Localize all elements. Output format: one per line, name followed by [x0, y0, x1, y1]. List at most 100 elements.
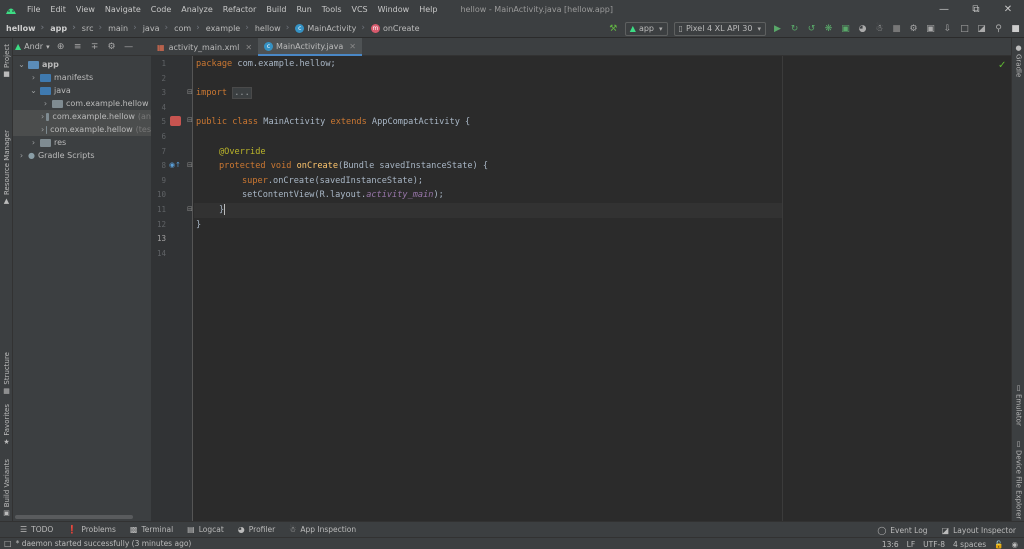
git-icon[interactable]: ◉ [1011, 540, 1018, 549]
device-manager-icon[interactable]: □ [956, 20, 973, 37]
tree-item-res[interactable]: › res [13, 136, 151, 149]
run-config-select[interactable]: ▲ app ▾ [624, 21, 668, 36]
indent-setting[interactable]: 4 spaces [953, 540, 986, 549]
folded-imports[interactable]: ... [232, 87, 252, 100]
close-tab-icon[interactable]: ✕ [245, 43, 252, 52]
code-token: protected void [219, 161, 292, 172]
debug-icon[interactable]: ❋ [820, 20, 837, 37]
menu-build[interactable]: Build [261, 0, 291, 19]
tab-main-activity-java[interactable]: c MainActivity.java ✕ [258, 38, 362, 56]
tool-tab-device-file-explorer[interactable]: ▯ Device File Explorer [1012, 440, 1024, 519]
breadcrumb-item[interactable]: hellow › [249, 23, 289, 33]
expand-all-icon[interactable]: ≡ [72, 42, 84, 52]
tree-item-manifests[interactable]: › manifests [13, 71, 151, 84]
editor-tab-bar: ▦ activity_main.xml ✕ c MainActivity.jav… [151, 38, 1011, 56]
breadcrumb-item[interactable]: com › [168, 23, 200, 33]
menu-vcs[interactable]: VCS [347, 0, 373, 19]
tool-tab-gradle[interactable]: ● Gradle [1012, 44, 1024, 77]
sdk-manager-icon[interactable]: ⇩ [939, 20, 956, 37]
apply-changes-icon[interactable]: ↻ [786, 20, 803, 37]
breadcrumb-label: com [174, 23, 192, 33]
menu-tools[interactable]: Tools [317, 0, 347, 19]
toggle-tool-windows-icon[interactable]: □ [4, 539, 12, 548]
tree-item-package-android-test[interactable]: › com.example.hellow (an [13, 110, 151, 123]
status-message[interactable]: * daemon started successfully (3 minutes… [16, 539, 192, 548]
locate-icon[interactable]: ⊕ [55, 42, 67, 52]
tool-tab-todo[interactable]: ☰ TODO [20, 525, 53, 534]
fold-icon[interactable]: ⊟ [187, 205, 193, 213]
apply-code-changes-icon[interactable]: ↺ [803, 20, 820, 37]
tool-tab-project[interactable]: Project ■ [0, 44, 13, 78]
close-tab-icon[interactable]: ✕ [349, 42, 356, 51]
breadcrumb-item[interactable]: m onCreate [365, 23, 419, 33]
tool-tab-emulator[interactable]: ▯ Emulator [1012, 384, 1024, 426]
stop-icon[interactable]: ■ [888, 20, 905, 37]
breadcrumb-item[interactable]: example › [200, 23, 249, 33]
sync-project-icon[interactable]: ⚙ [905, 20, 922, 37]
override-marker-icon[interactable]: ◉↑ [169, 161, 181, 169]
breadcrumb-item[interactable]: java › [137, 23, 168, 33]
horizontal-scrollbar[interactable] [15, 515, 133, 519]
account-icon[interactable]: ■ [1007, 20, 1024, 37]
breadcrumb-item[interactable]: c MainActivity › [289, 23, 365, 33]
run-class-icon[interactable] [170, 116, 181, 126]
close-icon[interactable]: ✕ [992, 0, 1024, 19]
collapse-all-icon[interactable]: ∓ [89, 42, 101, 52]
device-select[interactable]: ▯ Pixel 4 XL API 30 ▾ [673, 21, 766, 36]
tree-item-package-test[interactable]: › com.example.hellow (tes [13, 123, 151, 136]
fold-icon[interactable]: ⊟ [187, 88, 193, 96]
menu-navigate[interactable]: Navigate [100, 0, 146, 19]
gear-icon[interactable]: ⚙ [106, 42, 118, 52]
profile-icon[interactable]: ◕ [854, 20, 871, 37]
tool-tab-layout-inspector[interactable]: ◪ Layout Inspector [942, 526, 1016, 535]
tool-tab-event-log[interactable]: ◯ Event Log [877, 526, 927, 535]
run-icon[interactable]: ▶ [769, 20, 786, 37]
tool-tab-profiler[interactable]: ◕ Profiler [238, 525, 275, 534]
menu-help[interactable]: Help [414, 0, 442, 19]
tool-tab-favorites[interactable]: Favorites ★ [0, 404, 13, 446]
tool-tab-resource-manager[interactable]: Resource Manager ▲ [0, 130, 13, 205]
tool-tab-terminal[interactable]: ▩ Terminal [130, 525, 173, 534]
restore-icon[interactable]: ⧉ [960, 0, 992, 19]
menu-view[interactable]: View [71, 0, 100, 19]
tool-tab-app-inspection[interactable]: ☃ App Inspection [289, 525, 356, 534]
tool-tab-problems[interactable]: ❗ Problems [67, 525, 116, 534]
attach-debugger-icon[interactable]: ☃ [871, 20, 888, 37]
file-encoding[interactable]: UTF-8 [923, 540, 945, 549]
code-token: @Override [219, 146, 266, 157]
tool-tab-build-variants[interactable]: Build Variants ▣ [0, 459, 13, 517]
menu-refactor[interactable]: Refactor [218, 0, 262, 19]
breadcrumb-item[interactable]: main › [102, 23, 137, 33]
no-problems-check-icon[interactable]: ✓ [998, 60, 1006, 71]
fold-icon[interactable]: ⊟ [187, 116, 193, 124]
line-separator[interactable]: LF [907, 540, 916, 549]
breadcrumb-item[interactable]: app › [44, 23, 76, 33]
project-view-select[interactable]: ▲ Andr ▾ [15, 42, 50, 51]
minimize-icon[interactable]: — [928, 0, 960, 19]
menu-file[interactable]: File [22, 0, 45, 19]
breadcrumb-item[interactable]: hellow › [0, 23, 44, 33]
tree-item-gradle-scripts[interactable]: › ● Gradle Scripts [13, 149, 151, 162]
tree-item-app[interactable]: ⌄ app [13, 58, 151, 71]
menu-window[interactable]: Window [373, 0, 415, 19]
chevron-right-icon: › [19, 151, 24, 160]
tree-item-package[interactable]: › com.example.hellow [13, 97, 151, 110]
run-coverage-icon[interactable]: ▣ [837, 20, 854, 37]
avd-manager-icon[interactable]: ▣ [922, 20, 939, 37]
menu-edit[interactable]: Edit [45, 0, 71, 19]
search-icon[interactable]: ⚲ [990, 20, 1007, 37]
lock-icon[interactable]: 🔓 [994, 540, 1003, 549]
fold-icon[interactable]: ⊟ [187, 161, 193, 169]
hide-icon[interactable]: — [123, 42, 135, 52]
layout-inspector-icon[interactable]: ◪ [973, 20, 990, 37]
caret-position[interactable]: 13:6 [882, 540, 899, 549]
tree-item-java[interactable]: ⌄ java [13, 84, 151, 97]
hammer-icon[interactable]: ⚒ [605, 20, 622, 37]
menu-analyze[interactable]: Analyze [176, 0, 218, 19]
menu-run[interactable]: Run [291, 0, 316, 19]
tool-tab-logcat[interactable]: ▤ Logcat [187, 525, 224, 534]
tool-tab-structure[interactable]: Structure ▦ [0, 352, 13, 395]
breadcrumb-item[interactable]: src › [76, 23, 102, 33]
tab-activity-main-xml[interactable]: ▦ activity_main.xml ✕ [151, 38, 258, 56]
menu-code[interactable]: Code [146, 0, 176, 19]
